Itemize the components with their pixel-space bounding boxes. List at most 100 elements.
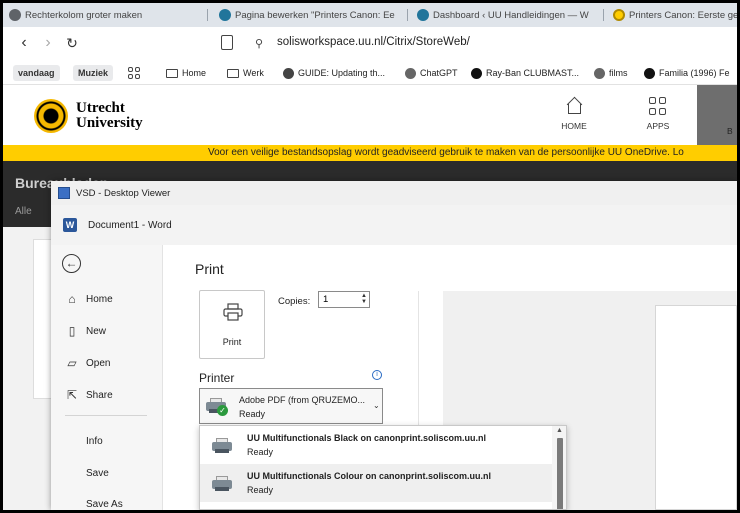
bookmark-home[interactable]: Home — [166, 65, 206, 81]
printer-label: Printer — [199, 371, 235, 385]
dropdown-scrollbar[interactable]: ▲ — [552, 426, 566, 509]
copies-label: Copies: — [278, 296, 311, 307]
printer-option-status: Ready — [247, 485, 274, 495]
section-subtitle: Alle — [15, 206, 32, 217]
nav-apps-label: APPS — [646, 121, 670, 131]
chevron-down-icon: ⌄ — [373, 401, 380, 410]
copies-stepper[interactable]: 1 ▲ ▼ — [318, 291, 370, 308]
print-button[interactable]: Print — [199, 290, 265, 359]
printer-option-name: UU Multifunctionals Black on canonprint.… — [247, 433, 487, 443]
preview-page — [655, 305, 737, 510]
selected-printer-status: Ready — [239, 409, 266, 419]
printer-option[interactable]: UU Multifunctionals Black on canonprint.… — [200, 426, 552, 464]
print-pane: Print Print Copies: 1 ▲ ▼ Printer i ✓ Ad… — [163, 245, 737, 510]
home-icon — [565, 97, 583, 115]
uu-logo-text: Utrecht University — [76, 101, 143, 131]
bookmark-films[interactable]: films — [594, 65, 628, 81]
browser-tab-3[interactable]: Dashboard ‹ UU Handleidingen — W — [411, 3, 601, 27]
site-info-icon[interactable]: ⚲ — [255, 37, 263, 50]
banner-text: Voor een veilige bestandsopslag wordt ge… — [208, 147, 684, 158]
new-doc-icon: ▯ — [68, 324, 76, 338]
vsd-title-bar[interactable]: VSD - Desktop Viewer — [51, 181, 737, 205]
wordpress-favicon-icon — [219, 9, 231, 21]
printer-icon — [223, 303, 243, 321]
menu-label: Save — [86, 468, 109, 479]
bookmark-label: ChatGPT — [420, 68, 458, 78]
printer-select[interactable]: ✓ Adobe PDF (from QRUZEMO... Ready ⌄ — [199, 388, 383, 424]
back-arrow-icon[interactable]: ‹ — [15, 34, 33, 52]
bookmark-guide[interactable]: GUIDE: Updating th... — [283, 65, 385, 81]
reload-icon[interactable]: ↻ — [63, 34, 81, 52]
apps-grid-icon[interactable] — [128, 65, 140, 81]
back-arrow-icon[interactable]: ← — [62, 254, 81, 273]
bookmark-label: Home — [182, 68, 207, 78]
scrollbar-thumb[interactable] — [557, 438, 563, 509]
tab-title: Dashboard ‹ UU Handleidingen — W — [433, 9, 589, 21]
bookmark-familia[interactable]: Familia (1996) Fe — [644, 65, 730, 81]
screen: Rechterkolom groter maken Pagina bewerke… — [3, 3, 737, 510]
globe-icon — [283, 67, 294, 79]
bookmark-icon[interactable] — [221, 35, 233, 50]
menu-save-as[interactable]: Save As — [51, 492, 163, 510]
browser-toolbar: ‹ › ↻ ⚲ solisworkspace.uu.nl/Citrix/Stor… — [3, 27, 737, 61]
menu-label: Home — [86, 294, 113, 305]
menu-label: Open — [86, 358, 111, 369]
info-icon[interactable]: i — [372, 370, 382, 380]
menu-info[interactable]: Info — [51, 429, 163, 455]
forward-arrow-icon[interactable]: › — [39, 34, 57, 52]
folder-icon — [166, 68, 178, 78]
menu-open[interactable]: ▱ Open — [51, 351, 163, 377]
printer-option[interactable]: UU Multifunctionals Colour on canonprint… — [200, 464, 552, 502]
nav-apps[interactable]: APPS — [643, 97, 673, 131]
bookmark-chatgpt[interactable]: ChatGPT — [405, 65, 458, 81]
url-text: solisworkspace.uu.nl/Citrix/StoreWeb/ — [277, 36, 470, 48]
globe-icon — [594, 67, 605, 79]
tab-title: Pagina bewerken "Printers Canon: Ee — [235, 9, 395, 21]
menu-share[interactable]: ⇱ Share — [51, 383, 163, 409]
bookmark-label: Werk — [243, 68, 264, 78]
browser-tab-strip: Rechterkolom groter maken Pagina bewerke… — [3, 3, 737, 27]
folder-open-icon: ▱ — [67, 356, 77, 370]
scroll-up-arrow-icon[interactable]: ▲ — [556, 427, 563, 434]
printer-ready-icon: ✓ — [206, 398, 228, 416]
address-bar[interactable]: ⚲ solisworkspace.uu.nl/Citrix/StoreWeb/ — [255, 33, 737, 55]
bookmark-rayban[interactable]: Ray-Ban CLUBMAST... — [471, 65, 579, 81]
printer-dropdown-list: UU Multifunctionals Black on canonprint.… — [199, 425, 567, 510]
tab-title: Rechterkolom groter maken — [25, 9, 143, 21]
nav-selected[interactable]: B — [697, 85, 737, 145]
menu-label: Save As — [86, 499, 123, 510]
selected-printer-name: Adobe PDF (from QRUZEMO... — [239, 395, 366, 405]
menu-new[interactable]: ▯ New — [51, 319, 163, 345]
menu-label: New — [86, 326, 107, 337]
apps-grid-icon — [649, 97, 667, 115]
home-icon: ⌂ — [68, 292, 76, 306]
bookmark-vandaag[interactable]: vandaag — [13, 65, 60, 81]
logo-line-1: Utrecht — [76, 100, 125, 116]
bookmark-werk[interactable]: Werk — [227, 65, 264, 81]
print-button-label: Print — [222, 337, 242, 347]
backstage-menu: ← ⌂ Home ▯ New ▱ Open ⇱ Share Info Save … — [51, 245, 163, 510]
browser-tab-1[interactable]: Rechterkolom groter maken — [3, 3, 203, 27]
menu-label: Share — [86, 390, 113, 401]
bookmarks-bar: vandaag Muziek Home Werk GUIDE: Updating… — [3, 61, 737, 85]
print-heading: Print — [195, 261, 224, 277]
browser-tab-4[interactable]: Printers Canon: Eerste ge — [607, 3, 737, 27]
wordpress-favicon-icon — [417, 9, 429, 21]
bookmark-label: Ray-Ban CLUBMAST... — [486, 68, 580, 78]
nav-home[interactable]: HOME — [559, 97, 589, 131]
nav-home-label: HOME — [561, 121, 587, 131]
browser-tab-2[interactable]: Pagina bewerken "Printers Canon: Ee — [213, 3, 403, 27]
folder-icon — [227, 68, 239, 78]
menu-home[interactable]: ⌂ Home — [51, 287, 163, 313]
share-icon: ⇱ — [66, 388, 78, 402]
word-app-icon: W — [63, 218, 77, 232]
bookmark-muziek[interactable]: Muziek — [73, 65, 114, 81]
uu-favicon-icon — [613, 9, 625, 21]
nav-partial-label: B — [727, 126, 733, 136]
menu-save[interactable]: Save — [51, 461, 163, 487]
bookmark-label: Familia (1996) Fe — [659, 68, 730, 78]
spinner-arrows-icon[interactable]: ▲ ▼ — [361, 293, 367, 305]
site-icon — [644, 67, 655, 79]
onedrive-banner: Voor een veilige bestandsopslag wordt ge… — [3, 145, 737, 161]
rayban-icon — [471, 67, 482, 79]
